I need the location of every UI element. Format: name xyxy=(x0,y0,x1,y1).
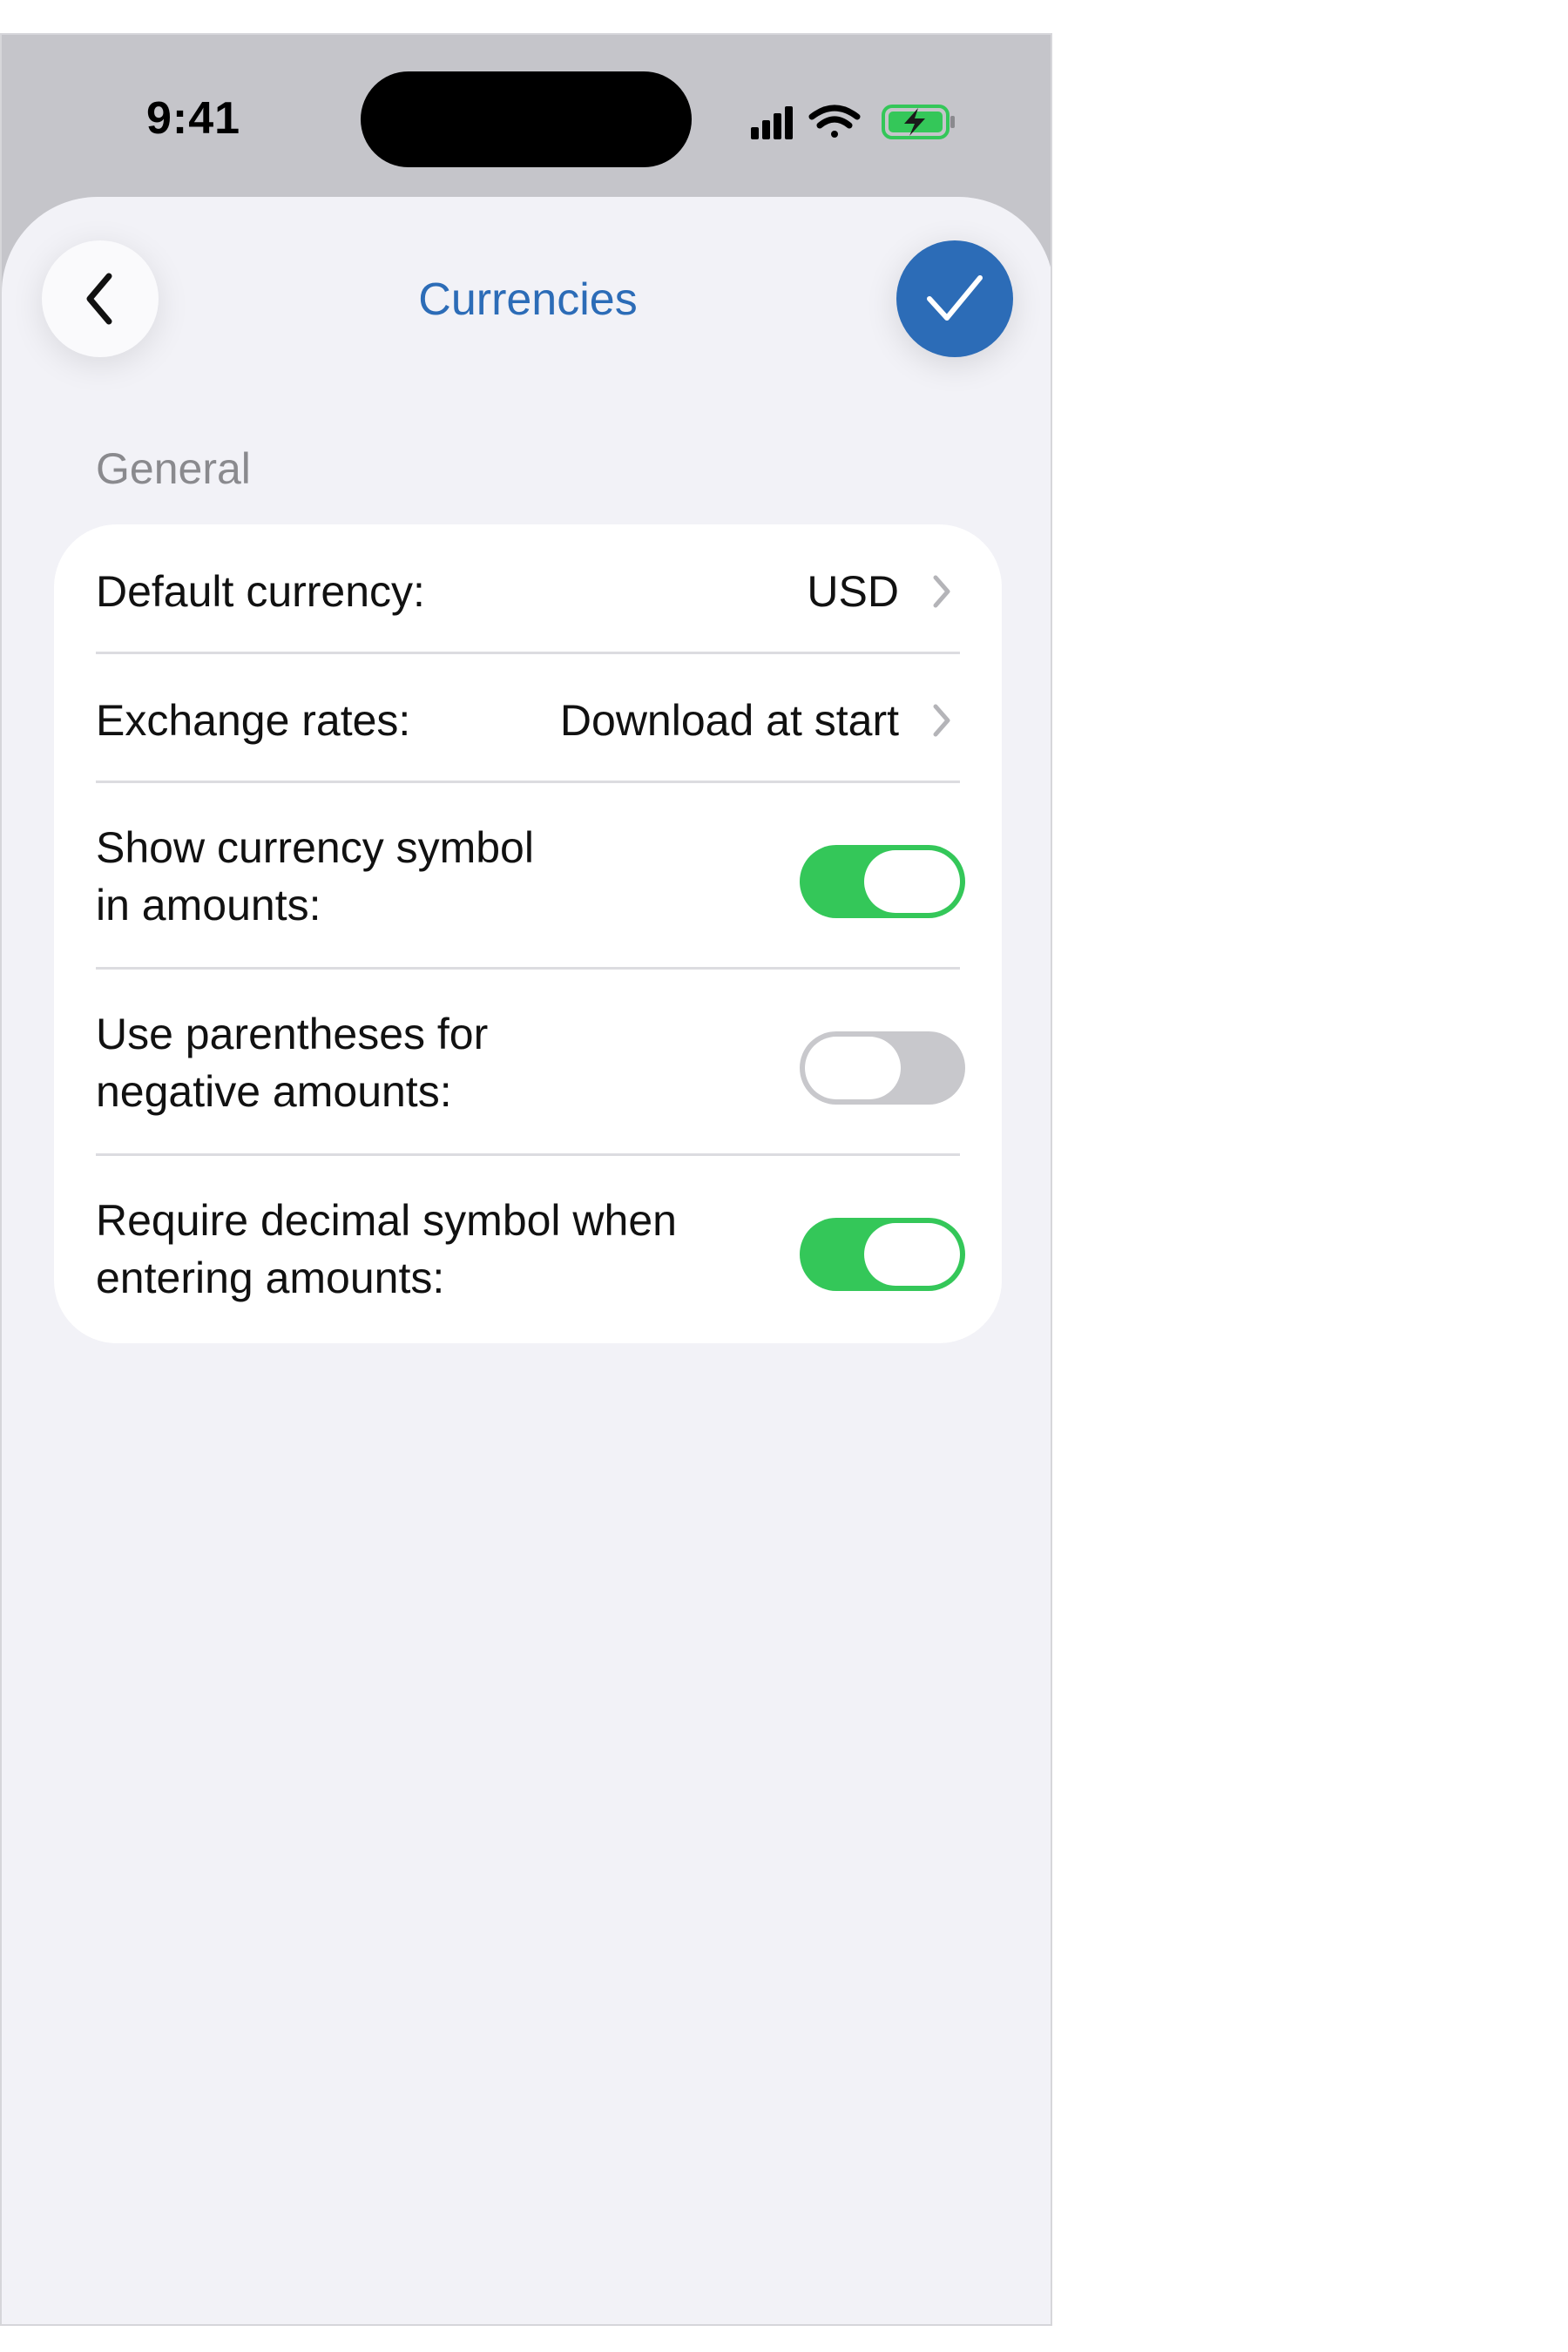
dynamic-island xyxy=(361,71,692,167)
status-icons xyxy=(751,105,955,139)
parentheses-row: Use parentheses for negative amounts: xyxy=(96,1005,965,1127)
show-currency-symbol-row: Show currency symbol in amounts: xyxy=(96,819,965,941)
general-settings-card: Default currency: USD Exchange rates: Do… xyxy=(54,524,1002,1343)
divider xyxy=(96,967,960,970)
checkmark-icon xyxy=(927,275,983,321)
toggle-knob xyxy=(864,850,960,913)
exchange-rates-value: Download at start xyxy=(559,696,899,745)
require-decimal-label-line2: entering amounts: xyxy=(96,1254,445,1302)
chevron-right-icon xyxy=(933,575,950,608)
chevron-right-icon xyxy=(933,704,950,737)
divider xyxy=(96,652,960,654)
confirm-button[interactable] xyxy=(896,240,1013,357)
divider xyxy=(96,781,960,783)
parentheses-toggle[interactable] xyxy=(800,1031,965,1105)
battery-charging-icon xyxy=(882,105,955,139)
require-decimal-row: Require decimal symbol when entering amo… xyxy=(96,1192,965,1314)
page-title: Currencies xyxy=(418,274,638,325)
status-time: 9:41 xyxy=(146,93,241,144)
phone-screen: 9:41 Currencies General Default currency… xyxy=(0,33,1052,2326)
exchange-rates-label: Exchange rates: xyxy=(96,696,411,745)
show-currency-symbol-label-line2: in amounts: xyxy=(96,881,321,929)
section-header-general: General xyxy=(96,444,251,493)
show-currency-symbol-label-line1: Show currency symbol xyxy=(96,823,534,872)
divider xyxy=(96,1153,960,1156)
require-decimal-toggle[interactable] xyxy=(800,1218,965,1291)
default-currency-label: Default currency: xyxy=(96,567,425,616)
default-currency-row[interactable]: Default currency: USD xyxy=(96,563,960,620)
parentheses-label-line1: Use parentheses for xyxy=(96,1010,489,1058)
require-decimal-label-line1: Require decimal symbol when xyxy=(96,1196,677,1245)
wifi-icon xyxy=(808,105,861,138)
show-currency-symbol-toggle[interactable] xyxy=(800,845,965,918)
toggle-knob xyxy=(805,1037,901,1099)
parentheses-label-line2: negative amounts: xyxy=(96,1067,452,1116)
default-currency-value: USD xyxy=(807,567,899,616)
exchange-rates-row[interactable]: Exchange rates: Download at start xyxy=(96,692,960,749)
cellular-signal-icon xyxy=(751,106,793,139)
toggle-knob xyxy=(864,1223,960,1286)
settings-sheet: Currencies General Default currency: USD… xyxy=(2,197,1051,2324)
